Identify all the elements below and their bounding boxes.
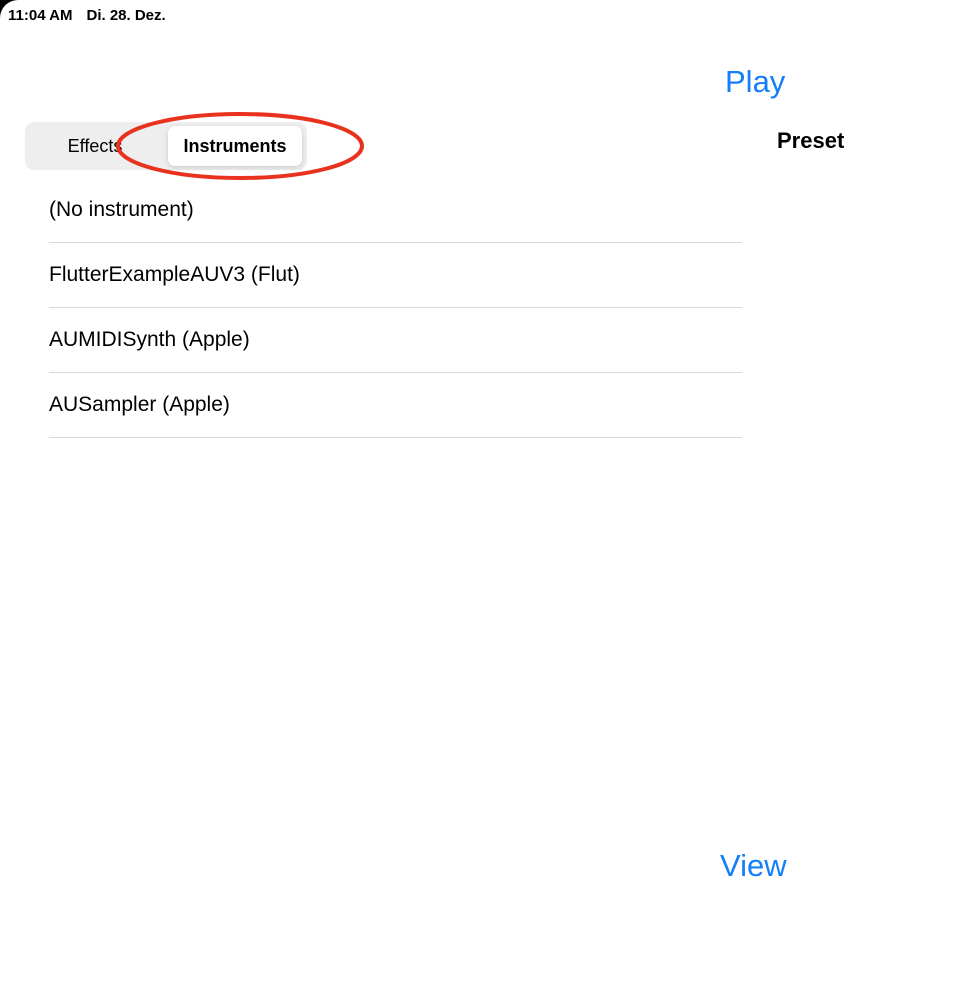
tab-instruments[interactable]: Instruments — [168, 126, 302, 166]
tab-effects[interactable]: Effects — [25, 122, 165, 170]
app-screen: 11:04 AM Di. 28. Dez. Play Preset Effect… — [0, 0, 972, 984]
preset-label: Preset — [777, 128, 845, 153]
status-time: 11:04 AM — [8, 6, 73, 24]
list-item-ausampler[interactable]: AUSampler (Apple) — [49, 373, 742, 438]
list-item-no-instrument[interactable]: (No instrument) — [49, 178, 742, 243]
status-bar: 11:04 AM Di. 28. Dez. — [8, 2, 166, 28]
plugin-type-segmented-control: Effects Instruments — [25, 122, 307, 170]
play-button[interactable]: Play — [725, 64, 785, 100]
list-item-flutter-example-auv3[interactable]: FlutterExampleAUV3 (Flut) — [49, 243, 742, 308]
instrument-list: (No instrument) FlutterExampleAUV3 (Flut… — [49, 178, 742, 438]
view-button[interactable]: View — [720, 848, 787, 884]
list-item-aumidisynth[interactable]: AUMIDISynth (Apple) — [49, 308, 742, 373]
status-date: Di. 28. Dez. — [86, 6, 166, 24]
